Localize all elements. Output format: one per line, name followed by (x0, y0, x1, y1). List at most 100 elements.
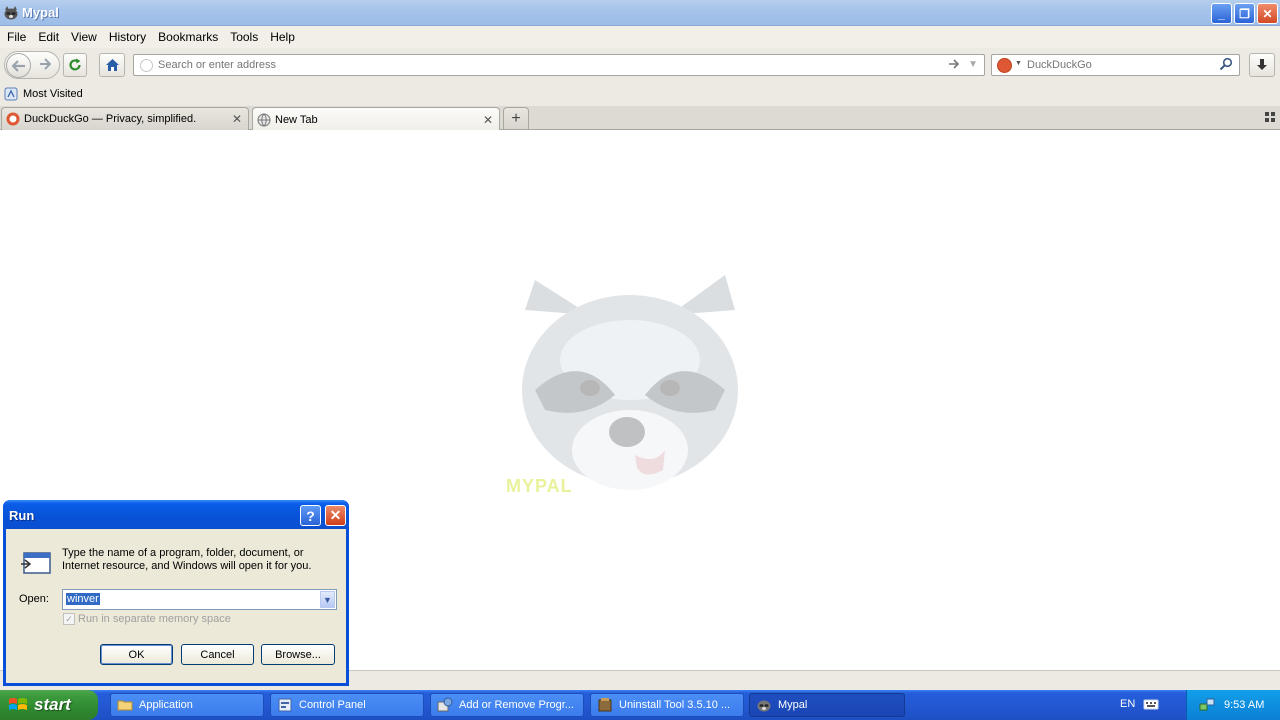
taskbar-label: Uninstall Tool 3.5.10 ... (619, 699, 731, 711)
back-icon (11, 59, 25, 72)
windows-logo-icon (9, 698, 27, 710)
taskbar-label: Control Panel (299, 699, 366, 711)
close-button[interactable]: ✕ (1257, 3, 1278, 24)
taskbar-mypal[interactable]: Mypal (749, 693, 905, 717)
go-icon[interactable] (948, 58, 960, 70)
taskbar-add-remove-programs[interactable]: Add or Remove Progr... (430, 693, 584, 717)
separate-memory-label: Run in separate memory space (78, 613, 231, 625)
forward-button[interactable] (39, 57, 52, 73)
close-icon: ✕ (1262, 6, 1273, 21)
uninstall-tool-icon (598, 698, 612, 712)
tab-label: New Tab (275, 113, 318, 126)
taskbar-application[interactable]: Application (110, 693, 264, 717)
menu-tools[interactable]: Tools (226, 30, 266, 44)
menu-view[interactable]: View (67, 30, 105, 44)
run-description: Type the name of a program, folder, docu… (62, 547, 312, 572)
engine-dropdown-icon[interactable]: ▼ (1015, 60, 1022, 67)
maximize-button[interactable]: ❐ (1234, 3, 1255, 24)
open-combobox[interactable]: winver ▼ (62, 589, 337, 610)
start-button[interactable]: start (0, 690, 98, 720)
run-dialog-titlebar[interactable]: Run ? ✕ (3, 500, 349, 529)
navigation-toolbar: ▼ ▼ (0, 48, 1280, 82)
help-button[interactable]: ? (300, 505, 321, 526)
mypal-icon (4, 6, 18, 20)
window-title: Mypal (22, 5, 59, 20)
taskbar-label: Application (139, 699, 193, 711)
reload-button[interactable] (63, 53, 87, 77)
mypal-raccoon-logo (522, 275, 738, 490)
list-all-tabs-icon[interactable] (1264, 111, 1276, 123)
close-icon: ✕ (329, 507, 342, 523)
help-icon: ? (306, 507, 315, 524)
menu-edit[interactable]: Edit (34, 30, 67, 44)
run-icon (21, 552, 51, 574)
bookmarks-toolbar: Most Visited (0, 82, 1280, 106)
taskbar: start Application Control Panel Add or R… (0, 690, 1280, 720)
network-icon[interactable] (1199, 697, 1215, 713)
home-button[interactable] (99, 53, 125, 77)
window-titlebar[interactable]: Mypal _ ❐ ✕ (0, 0, 1280, 26)
system-tray: 9:53 AM (1186, 690, 1280, 720)
menu-history[interactable]: History (105, 30, 154, 44)
tab-label: DuckDuckGo — Privacy, simplified. (24, 113, 197, 125)
plus-icon: + (511, 109, 521, 127)
run-dialog: Run ? ✕ Type the name of a program, fold… (3, 500, 349, 686)
most-visited-icon (4, 87, 18, 101)
downloads-button[interactable] (1249, 53, 1275, 77)
duckduckgo-icon[interactable] (997, 58, 1012, 73)
cancel-button[interactable]: Cancel (181, 644, 254, 665)
taskbar-uninstall-tool[interactable]: Uninstall Tool 3.5.10 ... (590, 693, 744, 717)
ok-button[interactable]: OK (100, 644, 173, 665)
search-input[interactable] (1027, 57, 1207, 73)
tab-strip: DuckDuckGo — Privacy, simplified. ✕ New … (0, 106, 1280, 131)
bookmark-most-visited[interactable]: Most Visited (23, 88, 83, 100)
separate-memory-option: ✓ Run in separate memory space (63, 613, 231, 625)
menu-bookmarks[interactable]: Bookmarks (154, 30, 226, 44)
address-input[interactable] (158, 57, 938, 73)
open-input-value[interactable]: winver (66, 593, 100, 605)
taskbar-control-panel[interactable]: Control Panel (270, 693, 424, 717)
control-panel-icon (278, 698, 292, 712)
clock[interactable]: 9:53 AM (1224, 699, 1264, 711)
language-indicator[interactable]: EN (1120, 698, 1135, 710)
tab-duckduckgo[interactable]: DuckDuckGo — Privacy, simplified. ✕ (1, 107, 249, 130)
history-dropdown-icon[interactable]: ▼ (968, 59, 978, 70)
minimize-icon: _ (1218, 6, 1225, 21)
mypal-icon (757, 700, 771, 712)
page-identity-icon (140, 59, 153, 72)
download-icon (1257, 59, 1267, 70)
new-tab-button[interactable]: + (503, 107, 529, 129)
taskbar-label: Mypal (778, 699, 808, 711)
back-forward-group (4, 51, 60, 79)
home-icon (105, 59, 119, 71)
separate-memory-checkbox: ✓ (63, 613, 75, 625)
restore-icon: ❐ (1239, 6, 1250, 21)
close-tab-icon[interactable]: ✕ (481, 113, 495, 127)
add-remove-programs-icon (437, 697, 453, 712)
back-button[interactable] (6, 53, 31, 78)
search-bar[interactable]: ▼ (991, 54, 1240, 76)
keyboard-icon[interactable] (1143, 697, 1159, 711)
start-label: start (34, 695, 71, 714)
reload-icon (69, 58, 81, 71)
minimize-button[interactable]: _ (1211, 3, 1232, 24)
address-bar[interactable]: ▼ (133, 54, 985, 76)
menu-file[interactable]: File (3, 30, 34, 44)
globe-icon (257, 113, 271, 126)
run-close-button[interactable]: ✕ (325, 505, 346, 526)
menu-help[interactable]: Help (266, 30, 303, 44)
open-label: Open: (19, 593, 49, 605)
run-dialog-title: Run (9, 508, 35, 523)
close-tab-icon[interactable]: ✕ (230, 112, 244, 126)
menu-bar: File Edit View History Bookmarks Tools H… (0, 26, 1280, 48)
window-controls: _ ❐ ✕ (1211, 3, 1278, 24)
duckduckgo-icon (6, 112, 20, 126)
forward-icon (40, 58, 52, 70)
browse-button[interactable]: Browse... (261, 644, 335, 665)
chevron-down-icon[interactable]: ▼ (320, 591, 335, 608)
tab-new-tab[interactable]: New Tab ✕ (252, 107, 500, 131)
mypal-logo-text: MYPAL (506, 476, 573, 496)
search-icon[interactable] (1219, 57, 1233, 71)
taskbar-label: Add or Remove Progr... (459, 699, 574, 711)
folder-icon (117, 700, 133, 711)
